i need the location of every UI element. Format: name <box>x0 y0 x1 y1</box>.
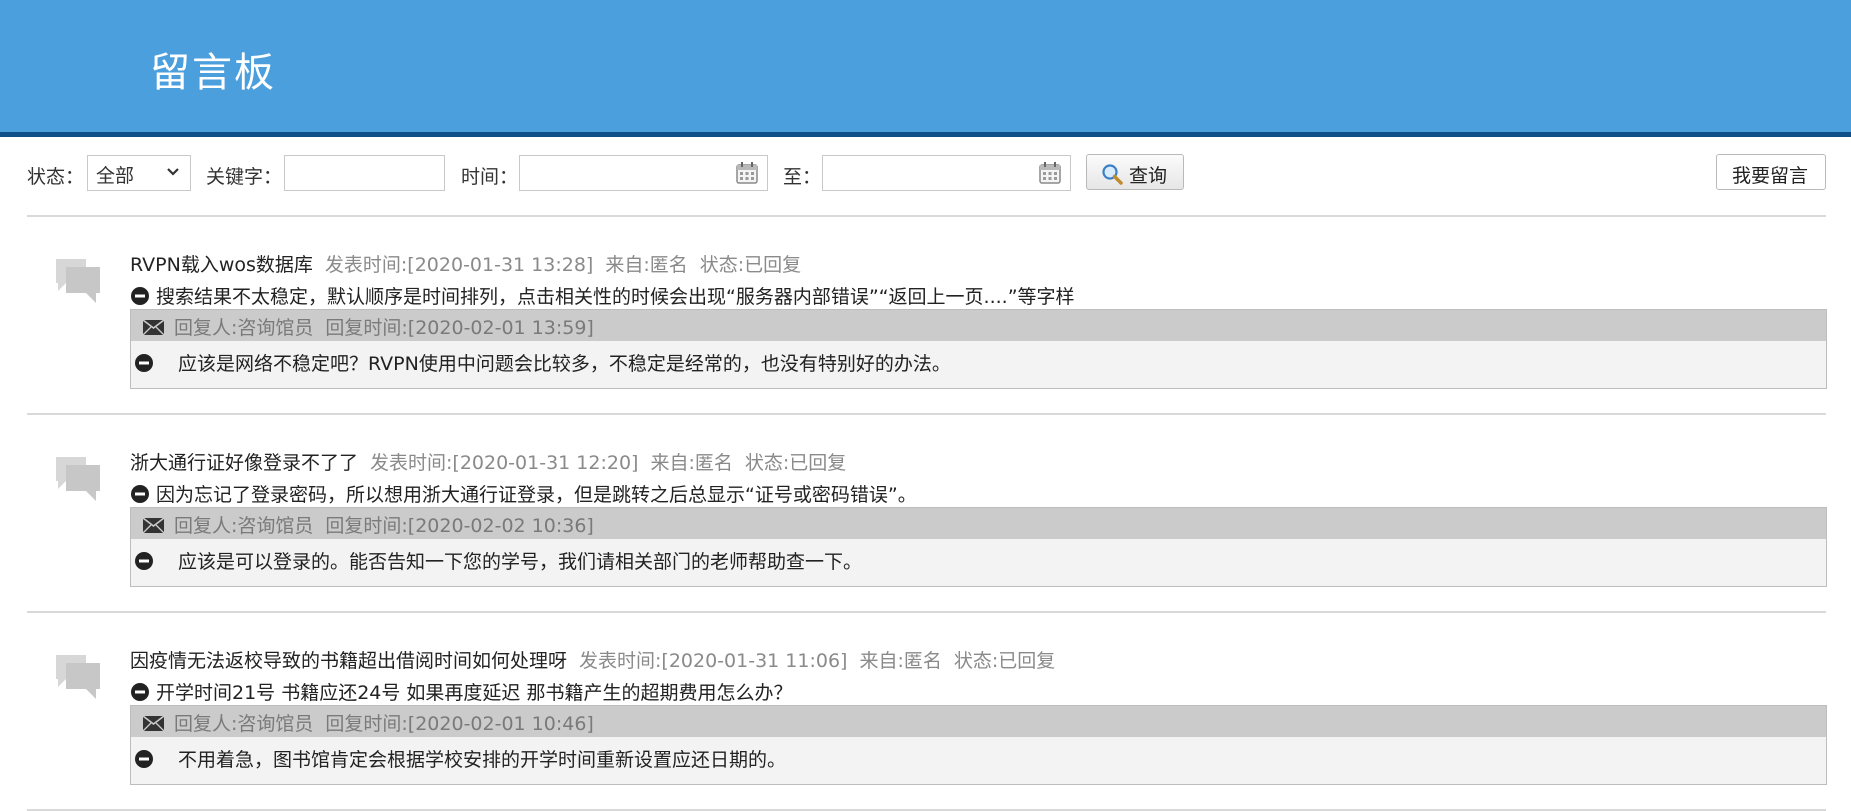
message-status: 状态:已回复 <box>699 254 802 276</box>
reply-time: 回复时间:[2020-02-02 10:36] <box>325 515 594 537</box>
reply-header: 回复人:咨询馆员 回复时间:[2020-02-01 10:46] <box>131 706 1826 737</box>
minus-circle-icon <box>131 485 149 503</box>
reply-content-line: 应该是可以登录的。能否告知一下您的学号，我们请相关部门的老师帮助查一下。 <box>134 547 862 574</box>
reply-time: 回复时间:[2020-02-01 10:46] <box>325 713 594 735</box>
post-time: 发表时间:[2020-01-31 13:28] <box>324 254 594 276</box>
chevron-down-icon <box>167 168 179 176</box>
message-item: 浙大通行证好像登录不了了 发表时间:[2020-01-31 12:20] 来自:匿名… <box>0 413 1851 587</box>
minus-circle-icon <box>131 683 149 701</box>
message-source: 来自:匿名 <box>650 452 733 474</box>
status-label: 状态： <box>27 166 85 188</box>
calendar-icon[interactable] <box>735 161 759 185</box>
search-button-label: 查询 <box>1129 165 1168 187</box>
leave-message-button[interactable]: 我要留言 <box>1716 154 1826 190</box>
reply-box: 回复人:咨询馆员 回复时间:[2020-02-02 10:36] 应该是可以登录的… <box>130 507 1827 587</box>
reply-content: 不用着急，图书馆肯定会根据学校安排的开学时间重新设置应还日期的。 <box>178 749 787 771</box>
message-source: 来自:匿名 <box>859 650 942 672</box>
mail-reply-icon <box>142 319 165 336</box>
reply-content: 应该是网络不稳定吧？RVPN使用中问题会比较多，不稳定是经常的，也没有特别好的办… <box>178 353 951 375</box>
message-title-line: RVPN载入wos数据库 发表时间:[2020-01-31 13:28] 来自:匿名… <box>130 250 801 277</box>
reply-header: 回复人:咨询馆员 回复时间:[2020-02-01 13:59] <box>131 310 1826 341</box>
message-content: 开学时间21号 书籍应还24号 如果再度延迟 那书籍产生的超期费用怎么办？ <box>156 682 793 704</box>
message-content-line: 开学时间21号 书籍应还24号 如果再度延迟 那书籍产生的超期费用怎么办？ <box>130 678 792 705</box>
minus-circle-icon <box>135 354 153 372</box>
message-status: 状态:已回复 <box>953 650 1056 672</box>
mail-reply-icon <box>142 517 165 534</box>
end-date-input[interactable] <box>822 155 1071 191</box>
reply-author: 回复人:咨询馆员 <box>174 713 314 735</box>
to-label: 至： <box>783 166 822 188</box>
mail-reply-icon <box>142 715 165 732</box>
comments-icon <box>56 259 100 303</box>
start-date-input[interactable] <box>519 155 768 191</box>
reply-content-line: 不用着急，图书馆肯定会根据学校安排的开学时间重新设置应还日期的。 <box>134 745 786 772</box>
message-source: 来自:匿名 <box>605 254 688 276</box>
status-select-value: 全部 <box>96 165 135 187</box>
minus-circle-icon <box>135 750 153 768</box>
message-content: 因为忘记了登录密码，所以想用浙大通行证登录，但是跳转之后总显示“证号或密码错误”… <box>156 484 917 506</box>
message-status: 状态:已回复 <box>744 452 847 474</box>
reply-content-line: 应该是网络不稳定吧？RVPN使用中问题会比较多，不稳定是经常的，也没有特别好的办… <box>134 349 951 376</box>
reply-author: 回复人:咨询馆员 <box>174 317 314 339</box>
search-button[interactable]: 查询 <box>1086 154 1184 190</box>
reply-header: 回复人:咨询馆员 回复时间:[2020-02-02 10:36] <box>131 508 1826 539</box>
post-time: 发表时间:[2020-01-31 11:06] <box>579 650 848 672</box>
page-title: 留言板 <box>150 50 276 96</box>
reply-content: 应该是可以登录的。能否告知一下您的学号，我们请相关部门的老师帮助查一下。 <box>178 551 863 573</box>
message-item: 因疫情无法返校导致的书籍超出借阅时间如何处理呀 发表时间:[2020-01-31 … <box>0 611 1851 785</box>
post-time: 发表时间:[2020-01-31 12:20] <box>370 452 639 474</box>
minus-circle-icon <box>131 287 149 305</box>
message-content: 搜索结果不太稳定，默认顺序是时间排列，点击相关性的时候会出现“服务器内部错误”“… <box>156 286 1075 308</box>
status-select[interactable]: 全部 <box>87 155 191 191</box>
search-icon <box>1102 164 1123 185</box>
page-header: 留言板 <box>0 0 1851 137</box>
reply-author: 回复人:咨询馆员 <box>174 515 314 537</box>
reply-box: 回复人:咨询馆员 回复时间:[2020-02-01 13:59] 应该是网络不稳定… <box>130 309 1827 389</box>
reply-box: 回复人:咨询馆员 回复时间:[2020-02-01 10:46] 不用着急，图书馆… <box>130 705 1827 785</box>
message-content-line: 因为忘记了登录密码，所以想用浙大通行证登录，但是跳转之后总显示“证号或密码错误”… <box>130 480 917 507</box>
comments-icon <box>56 655 100 699</box>
comments-icon <box>56 457 100 501</box>
message-content-line: 搜索结果不太稳定，默认顺序是时间排列，点击相关性的时候会出现“服务器内部错误”“… <box>130 282 1075 309</box>
message-item: RVPN载入wos数据库 发表时间:[2020-01-31 13:28] 来自:匿名… <box>0 215 1851 389</box>
keyword-label: 关键字： <box>206 166 283 188</box>
keyword-input[interactable] <box>284 155 445 191</box>
minus-circle-icon <box>135 552 153 570</box>
message-title-line: 因疫情无法返校导致的书籍超出借阅时间如何处理呀 发表时间:[2020-01-31 … <box>130 646 1055 673</box>
message-title[interactable]: 浙大通行证好像登录不了了 <box>130 452 358 474</box>
message-title[interactable]: 因疫情无法返校导致的书籍超出借阅时间如何处理呀 <box>130 650 567 672</box>
calendar-icon[interactable] <box>1038 161 1062 185</box>
message-title[interactable]: RVPN载入wos数据库 <box>130 254 313 276</box>
reply-time: 回复时间:[2020-02-01 13:59] <box>325 317 594 339</box>
time-label: 时间： <box>461 166 519 188</box>
filter-toolbar: 状态： 全部 关键字： 时间： 至： 查询 我要留言 <box>0 150 1851 200</box>
message-title-line: 浙大通行证好像登录不了了 发表时间:[2020-01-31 12:20] 来自:匿名… <box>130 448 846 475</box>
